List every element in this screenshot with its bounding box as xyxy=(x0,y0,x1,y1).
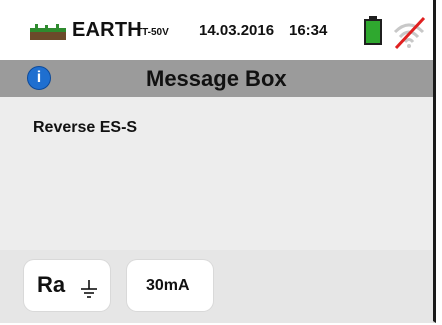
page-title: Message Box xyxy=(146,66,287,91)
info-icon: i xyxy=(27,66,51,90)
ra-button[interactable]: Ra xyxy=(24,260,110,311)
mode-subtitle: TT-50V xyxy=(136,27,169,38)
mode-name: EARTH xyxy=(72,19,142,41)
status-bar: EARTH TT-50V 14.03.2016 16:34 xyxy=(0,0,433,60)
30ma-button[interactable]: 30mA xyxy=(127,260,213,311)
message-text: Reverse ES-S xyxy=(33,119,138,136)
30ma-button-label: 30mA xyxy=(146,277,190,294)
softkey-bar: Ra 30mA xyxy=(0,250,433,323)
screen-frame: EARTH TT-50V 14.03.2016 16:34 i Message … xyxy=(0,0,436,323)
wifi-off-icon xyxy=(393,16,426,50)
title-bar: i Message Box xyxy=(0,60,433,97)
ra-button-label: Ra xyxy=(37,272,66,297)
earth-ground-icon xyxy=(30,24,66,40)
date-readout: 14.03.2016 xyxy=(199,22,275,39)
ground-icon xyxy=(81,280,97,298)
message-area: Reverse ES-S xyxy=(0,97,433,250)
battery-icon xyxy=(364,16,382,45)
time-readout: 16:34 xyxy=(289,22,328,39)
